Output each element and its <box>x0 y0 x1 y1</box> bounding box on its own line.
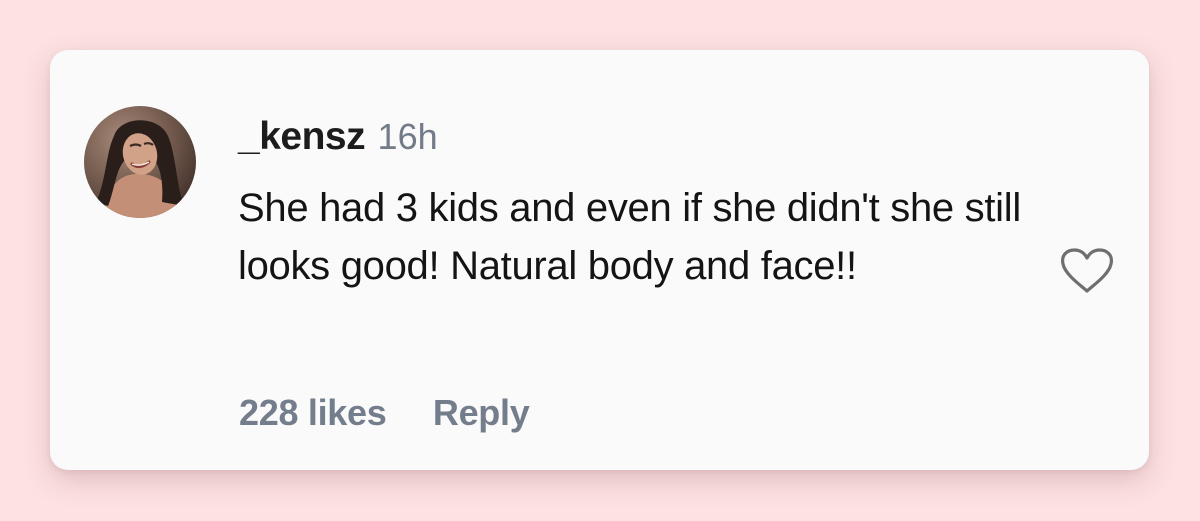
avatar[interactable] <box>84 106 196 218</box>
avatar-photo <box>84 106 196 218</box>
comment-timestamp: 16h <box>377 116 438 157</box>
reply-button[interactable]: Reply <box>433 392 530 433</box>
comment-card: _kensz 16h She had 3 kids and even if sh… <box>50 50 1149 470</box>
username-link[interactable]: _kensz <box>238 115 366 158</box>
comment-text: She had 3 kids and even if she didn't sh… <box>238 186 1021 288</box>
likes-count-button[interactable]: 228 likes <box>239 392 387 433</box>
heart-outline-icon[interactable] <box>1059 247 1115 295</box>
comment-header: _kensz 16h <box>238 117 438 156</box>
comment-actions: 228 likes Reply <box>239 392 530 433</box>
